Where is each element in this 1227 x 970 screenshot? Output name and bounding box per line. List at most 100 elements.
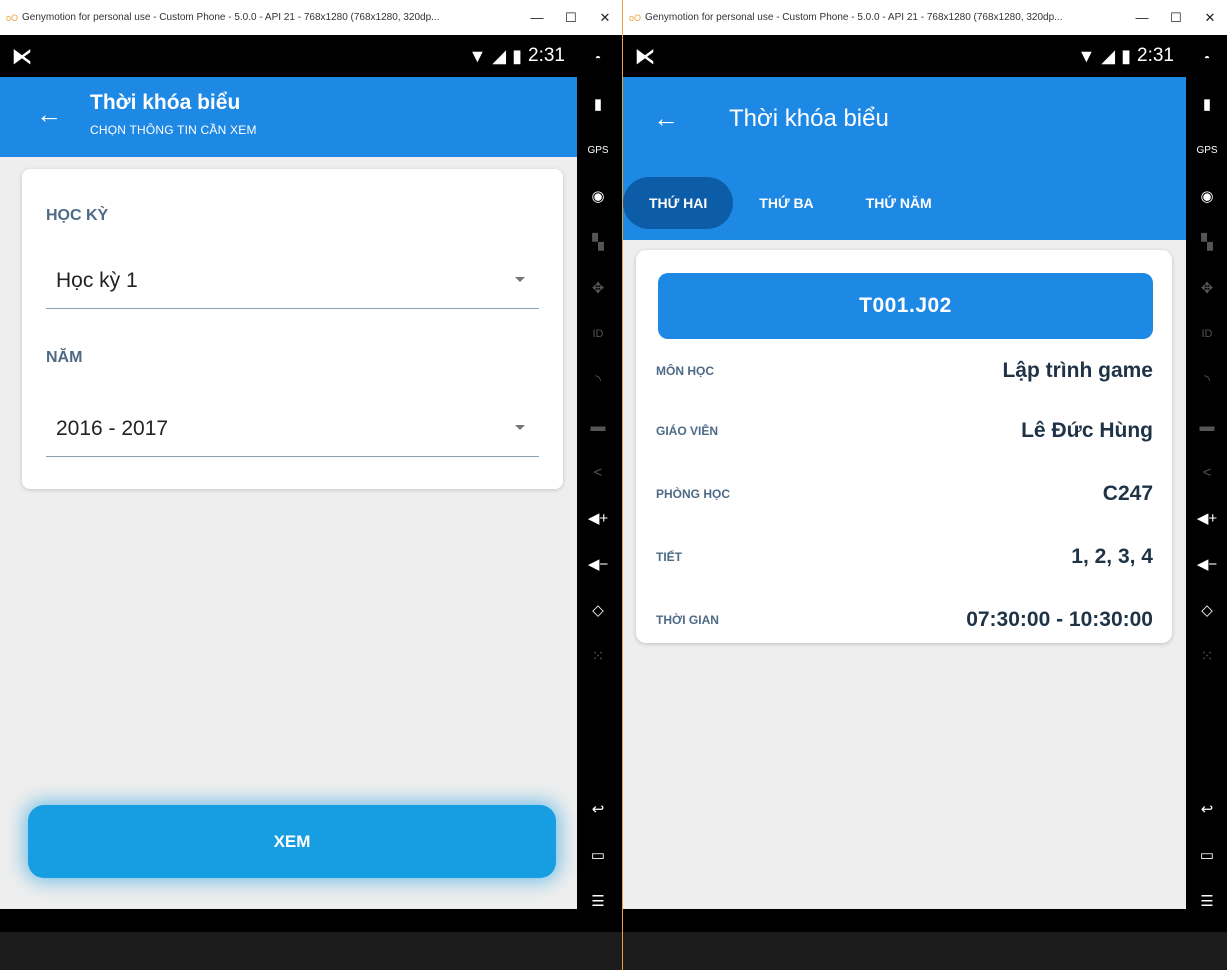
class-code: T001.J02 [658, 273, 1153, 339]
gps-icon[interactable]: GPS [577, 127, 619, 173]
back-arrow-icon[interactable]: ← [36, 99, 62, 130]
app-bar: ← Thời khóa biểu THỨ HAI THỨ BA THỨ NĂM [623, 77, 1186, 240]
detail-value: Lập trình game [1002, 359, 1153, 382]
status-time: 2:31 [528, 45, 565, 66]
detail-row: GIÁO VIÊN Lê Đức Hùng [656, 416, 1153, 446]
detail-key: PHÒNG HỌC [656, 487, 731, 501]
id-icon[interactable]: ID [577, 311, 619, 357]
semester-select[interactable]: Học kỳ 1 [46, 259, 539, 309]
detail-key: GIÁO VIÊN [656, 424, 719, 438]
detail-row: MÔN HỌC Lập trình game [656, 356, 1153, 386]
scale-icon[interactable]: ⁙ [1186, 633, 1227, 679]
camera-icon[interactable]: ◉ [577, 173, 619, 219]
tab-thursday[interactable]: THỨ NĂM [840, 177, 958, 229]
desktop-strip [623, 932, 1227, 970]
rotate-icon[interactable]: ◇ [1186, 587, 1227, 633]
detail-value: C247 [1102, 482, 1153, 505]
id-icon[interactable]: ID [1186, 311, 1227, 357]
android-status-bar: ⧔ ▼ ◢ ▮ 2:31 [0, 35, 577, 77]
dropdown-caret-icon [515, 425, 525, 430]
volume-down-icon[interactable]: ◀− [1186, 541, 1227, 587]
back-icon[interactable]: ↩ [1186, 786, 1227, 832]
share-icon[interactable]: < [577, 449, 619, 495]
back-arrow-icon[interactable]: ← [653, 103, 679, 134]
genymotion-logo-icon: ◓ [1203, 52, 1211, 64]
close-button[interactable]: ✕ [588, 10, 622, 26]
class-card: T001.J02 MÔN HỌC Lập trình game GIÁO VIÊ… [636, 250, 1172, 643]
media-icon[interactable]: ▚ [1186, 219, 1227, 265]
dropdown-caret-icon [515, 277, 525, 282]
window-title: Genymotion for personal use - Custom Pho… [645, 12, 1063, 23]
dpad-icon[interactable]: ✥ [577, 265, 619, 311]
rss-icon[interactable]: ◝ [1186, 357, 1227, 403]
sms-icon[interactable]: ▬ [577, 403, 619, 449]
gps-icon[interactable]: GPS [1186, 127, 1227, 173]
semester-value: Học kỳ 1 [56, 269, 138, 292]
genymotion-status-icon: ⧔ [635, 45, 655, 68]
camera-icon[interactable]: ◉ [1186, 173, 1227, 219]
minimize-button[interactable]: — [520, 10, 554, 25]
maximize-button[interactable]: ☐ [554, 10, 588, 26]
detail-value: Lê Đức Hùng [1021, 419, 1153, 442]
year-label: NĂM [46, 349, 83, 366]
recent-icon[interactable]: ▭ [1186, 832, 1227, 878]
tab-tuesday[interactable]: THỨ BA [733, 177, 839, 229]
media-icon[interactable]: ▚ [577, 219, 619, 265]
sms-icon[interactable]: ▬ [1186, 403, 1227, 449]
emulator-window-left: oO Genymotion for personal use - Custom … [0, 0, 622, 970]
emulator-window-right: oO Genymotion for personal use - Custom … [622, 0, 1227, 970]
detail-key: TIẾT [656, 550, 682, 564]
battery-icon: ▮ [512, 45, 523, 66]
filter-card: HỌC KỲ Học kỳ 1 NĂM 2016 - 2017 [22, 169, 563, 489]
genymotion-status-icon: ⧔ [12, 45, 32, 68]
battery-icon[interactable]: ▮ [577, 81, 619, 127]
page-title: Thời khóa biểu [90, 91, 241, 114]
detail-row: THỜI GIAN 07:30:00 - 10:30:00 [656, 605, 1153, 635]
detail-value: 1, 2, 3, 4 [1071, 545, 1153, 568]
genymotion-logo-icon: oO [6, 12, 19, 23]
menu-icon[interactable]: ☰ [1186, 878, 1227, 924]
page-title: Thời khóa biểu [729, 105, 889, 132]
desktop-strip [0, 932, 622, 970]
battery-icon[interactable]: ▮ [1186, 81, 1227, 127]
year-value: 2016 - 2017 [56, 417, 169, 440]
window-titlebar: oO Genymotion for personal use - Custom … [623, 0, 1227, 35]
detail-value: 07:30:00 - 10:30:00 [966, 608, 1153, 631]
wifi-icon: ▼ [468, 45, 487, 66]
maximize-button[interactable]: ☐ [1159, 10, 1193, 26]
rotate-icon[interactable]: ◇ [577, 587, 619, 633]
minimize-button[interactable]: — [1125, 10, 1159, 25]
signal-icon: ◢ [492, 45, 507, 66]
window-titlebar: oO Genymotion for personal use - Custom … [0, 0, 622, 35]
volume-up-icon[interactable]: ◀+ [577, 495, 619, 541]
tab-monday[interactable]: THỨ HAI [623, 177, 734, 229]
battery-icon: ▮ [1121, 45, 1132, 66]
app-bar: ← Thời khóa biểu CHỌN THÔNG TIN CẦN XEM [0, 77, 577, 157]
year-select[interactable]: 2016 - 2017 [46, 407, 539, 457]
android-status-bar: ⧔ ▼ ◢ ▮ 2:31 [623, 35, 1186, 77]
share-icon[interactable]: < [1186, 449, 1227, 495]
detail-key: MÔN HỌC [656, 364, 714, 378]
rss-icon[interactable]: ◝ [577, 357, 619, 403]
emulator-sidebar: ◓ ▮ GPS ◉ ▚ ✥ ID ◝ ▬ < ◀+ ◀− ◇ ⁙ ↩ ▭ ☰ ⌂ [577, 35, 619, 970]
app-screen-timetable: ← Thời khóa biểu THỨ HAI THỨ BA THỨ NĂM … [623, 77, 1186, 909]
status-time: 2:31 [1137, 45, 1174, 66]
day-tabs: THỨ HAI THỨ BA THỨ NĂM [623, 177, 958, 229]
menu-icon[interactable]: ☰ [577, 878, 619, 924]
view-button[interactable]: XEM [28, 805, 556, 878]
emulator-sidebar: ◓ ▮ GPS ◉ ▚ ✥ ID ◝ ▬ < ◀+ ◀− ◇ ⁙ ↩ ▭ ☰ ⌂ [1186, 35, 1227, 970]
volume-down-icon[interactable]: ◀− [577, 541, 619, 587]
close-button[interactable]: ✕ [1193, 10, 1227, 26]
recent-icon[interactable]: ▭ [577, 832, 619, 878]
dpad-icon[interactable]: ✥ [1186, 265, 1227, 311]
app-screen-select: ← Thời khóa biểu CHỌN THÔNG TIN CẦN XEM … [0, 77, 577, 909]
semester-label: HỌC KỲ [46, 207, 109, 224]
scale-icon[interactable]: ⁙ [577, 633, 619, 679]
page-subtitle: CHỌN THÔNG TIN CẦN XEM [90, 123, 257, 137]
genymotion-logo-icon: ◓ [594, 52, 602, 64]
volume-up-icon[interactable]: ◀+ [1186, 495, 1227, 541]
wifi-icon: ▼ [1077, 45, 1096, 66]
detail-row: TIẾT 1, 2, 3, 4 [656, 542, 1153, 572]
window-title: Genymotion for personal use - Custom Pho… [22, 12, 440, 23]
back-icon[interactable]: ↩ [577, 786, 619, 832]
